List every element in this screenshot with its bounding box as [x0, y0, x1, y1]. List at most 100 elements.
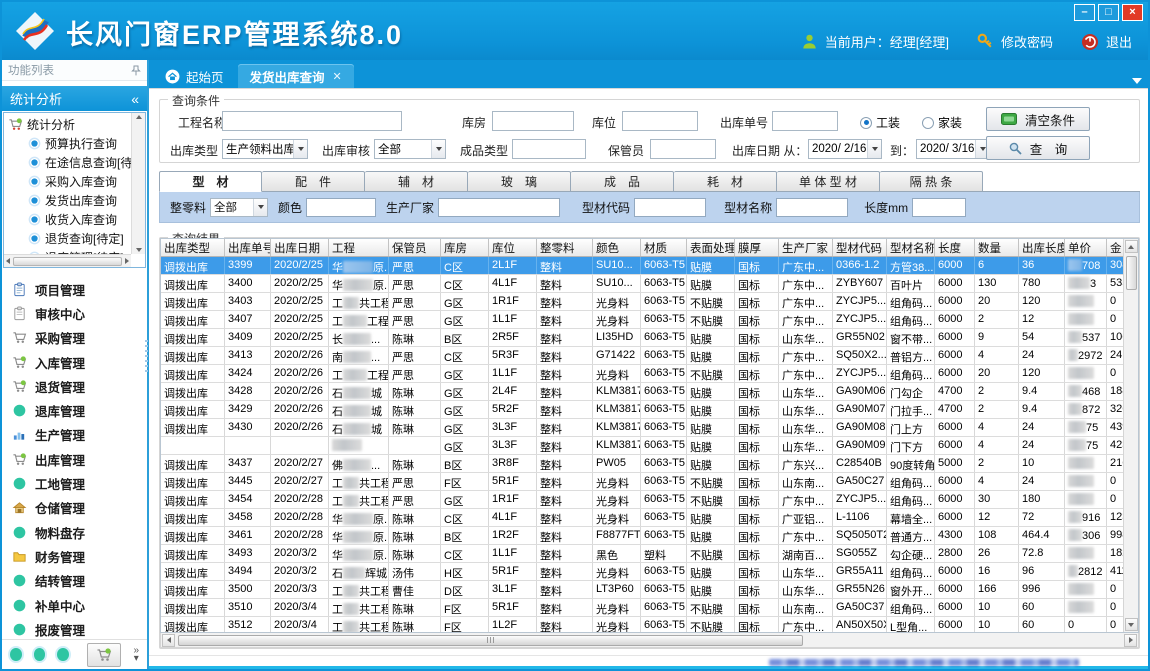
sidebar-module-item[interactable]: 退库管理	[12, 398, 147, 422]
table-row[interactable]: 调拨出库34092020/2/25长...陈琳B区2R5F整料LI35HD606…	[161, 329, 1138, 347]
table-row[interactable]: 调拨出库35122020/3/4工共工程陈琳F区1L2F整料光身料6063-T5…	[161, 617, 1138, 633]
profile-name-input[interactable]	[776, 198, 848, 217]
sidebar-module-item[interactable]: 入库管理	[12, 350, 147, 374]
column-header[interactable]: 工程	[329, 239, 389, 256]
sidebar-module-item[interactable]: 结转管理	[12, 569, 147, 593]
table-row[interactable]: 调拨出库35102020/3/4工共工程陈琳F区5R1F整料光身料6063-T5…	[161, 599, 1138, 617]
column-header[interactable]: 保管员	[389, 239, 441, 256]
column-header[interactable]: 表面处理	[687, 239, 735, 256]
table-row[interactable]: 调拨出库34032020/2/25工共工程严思G区1R1F整料光身料6063-T…	[161, 293, 1138, 311]
color-input[interactable]	[306, 198, 376, 217]
close-button[interactable]: ×	[1122, 4, 1143, 21]
maximize-button[interactable]: □	[1098, 4, 1119, 21]
table-row[interactable]: 调拨出库35002020/3/3工共工程曹佳D区3L1F整料LT3P606063…	[161, 581, 1138, 599]
table-horizontal-scrollbar[interactable]	[160, 633, 1139, 648]
module-dot-icon[interactable]	[57, 648, 69, 661]
minimize-button[interactable]: –	[1074, 4, 1095, 21]
table-vertical-scrollbar[interactable]	[1123, 239, 1138, 632]
material-tab[interactable]: 配 件	[262, 171, 365, 192]
profile-code-input[interactable]	[634, 198, 706, 217]
table-row[interactable]: 调拨出库34452020/2/27工共工程严思F区5R1F整料光身料6063-T…	[161, 473, 1138, 491]
table-row[interactable]: 调拨出库34582020/2/28华原..陈琳C区4L1F整料光身料6063-T…	[161, 509, 1138, 527]
order-no-input[interactable]	[772, 111, 838, 131]
table-row[interactable]: 调拨出库34302020/2/26石城陈琳G区3L3F整料KLM38176063…	[161, 419, 1138, 437]
tab-list-dropdown-icon[interactable]	[1132, 78, 1142, 84]
sidebar-module-item[interactable]: 补单中心	[12, 593, 147, 617]
table-row[interactable]: 调拨出库34942020/3/2石辉城汤伟H区5R1F整料光身料6063-T5贴…	[161, 563, 1138, 581]
project-name-input[interactable]	[222, 111, 402, 131]
column-header[interactable]: 单价	[1065, 239, 1107, 256]
collapse-icon[interactable]: «	[131, 91, 139, 107]
column-header[interactable]: 颜色	[593, 239, 641, 256]
table-row[interactable]: 调拨出库34072020/2/25工工程严思G区1L1F整料光身料6063-T5…	[161, 311, 1138, 329]
column-header[interactable]: 出库单号	[225, 239, 271, 256]
sidebar-module-item[interactable]: 报废管理	[12, 617, 147, 639]
logout-link[interactable]: 退出	[1106, 32, 1132, 51]
scroll-right-button[interactable]	[1124, 634, 1137, 647]
scrollbar-thumb[interactable]	[1126, 256, 1137, 290]
document-tab[interactable]: 发货出库查询✕	[238, 64, 354, 88]
scroll-down-button[interactable]	[1125, 618, 1138, 631]
scroll-left-button[interactable]	[162, 634, 175, 647]
material-tab[interactable]: 耗 材	[674, 171, 777, 192]
audit-select[interactable]: 全部	[374, 139, 446, 159]
radio-gongzhuang[interactable]: 工装	[860, 114, 900, 131]
tree-item[interactable]: 统计分析	[8, 115, 131, 134]
scrollbar-thumb[interactable]	[13, 257, 122, 266]
tree-item[interactable]: 退货查询[待定]	[8, 229, 131, 248]
search-button[interactable]: 查 询	[986, 136, 1090, 160]
sidebar-module-item[interactable]: 采购管理	[12, 326, 147, 350]
sidebar-module-item[interactable]: 仓储管理	[12, 496, 147, 520]
table-row[interactable]: 调拨出库34932020/3/2华原..陈琳C区1L1F整料黑色塑料不贴膜国标湖…	[161, 545, 1138, 563]
column-header[interactable]: 型材代码	[833, 239, 887, 256]
splitter-handle[interactable]	[145, 340, 148, 374]
tab-close-icon[interactable]: ✕	[333, 70, 342, 83]
sidebar-module-item[interactable]: 生产管理	[12, 423, 147, 447]
product-type-input[interactable]	[512, 139, 586, 159]
material-tab[interactable]: 单 体 型 材	[777, 171, 880, 192]
tree-item[interactable]: 在途信息查询[待	[8, 153, 131, 172]
sidebar-module-item[interactable]: 工地管理	[12, 471, 147, 495]
scroll-up-button[interactable]	[1125, 240, 1138, 253]
column-header[interactable]: 整零料	[537, 239, 593, 256]
sidebar-module-item[interactable]: 项目管理	[12, 277, 147, 301]
material-tab[interactable]: 玻 璃	[468, 171, 571, 192]
material-tab[interactable]: 辅 材	[365, 171, 468, 192]
clear-conditions-button[interactable]: 清空条件	[986, 107, 1090, 131]
radio-jiazhuang[interactable]: 家装	[922, 114, 962, 131]
scrollbar-thumb[interactable]	[178, 635, 803, 646]
keeper-input[interactable]	[650, 139, 716, 159]
column-header[interactable]: 数量	[975, 239, 1019, 256]
length-input[interactable]	[912, 198, 966, 217]
outbound-type-select[interactable]: 生产领料出库	[222, 139, 308, 159]
material-tab[interactable]: 成 品	[571, 171, 674, 192]
table-row[interactable]: 调拨出库34242020/2/26工工程严思G区1L1F整料光身料6063-T5…	[161, 365, 1138, 383]
table-row[interactable]: 调拨出库34002020/2/25华原..严思C区4L1F整料SU10...60…	[161, 275, 1138, 293]
sidebar-overflow-button[interactable]: »▾	[133, 647, 139, 663]
column-header[interactable]: 出库类型	[161, 239, 225, 256]
whole-part-select[interactable]: 全部	[210, 198, 268, 217]
tree-item[interactable]: 收货入库查询	[8, 210, 131, 229]
document-tab[interactable]: 起始页	[153, 64, 236, 88]
manufacturer-input[interactable]	[438, 198, 560, 217]
column-header[interactable]: 材质	[641, 239, 687, 256]
scroll-down-icon[interactable]	[136, 248, 142, 252]
module-dot-icon[interactable]	[34, 648, 46, 661]
column-header[interactable]: 库位	[489, 239, 537, 256]
tree-item[interactable]: 采购入库查询	[8, 172, 131, 191]
pin-icon[interactable]	[131, 65, 141, 76]
tree-item[interactable]: 发货出库查询	[8, 191, 131, 210]
table-row[interactable]: 调拨出库34282020/2/26石城陈琳G区2L4F整料KLM38176063…	[161, 383, 1138, 401]
column-header[interactable]: 膜厚	[735, 239, 779, 256]
material-tab[interactable]: 隔 热 条	[880, 171, 983, 192]
column-header[interactable]: 出库日期	[271, 239, 329, 256]
column-header[interactable]: 出库长度	[1019, 239, 1065, 256]
sidebar-module-item[interactable]: 审核中心	[12, 301, 147, 325]
location-input[interactable]	[622, 111, 698, 131]
module-dot-icon[interactable]	[10, 648, 22, 661]
change-password-link[interactable]: 修改密码	[1001, 32, 1053, 51]
table-row[interactable]: 调拨出库34292020/2/26石城陈琳G区5R2F整料KLM38176063…	[161, 401, 1138, 419]
sidebar-module-item[interactable]: 退货管理	[12, 374, 147, 398]
date-from-picker[interactable]: 2020/ 2/16	[808, 139, 882, 159]
sidebar-section-header[interactable]: 统计分析 «	[2, 86, 147, 111]
